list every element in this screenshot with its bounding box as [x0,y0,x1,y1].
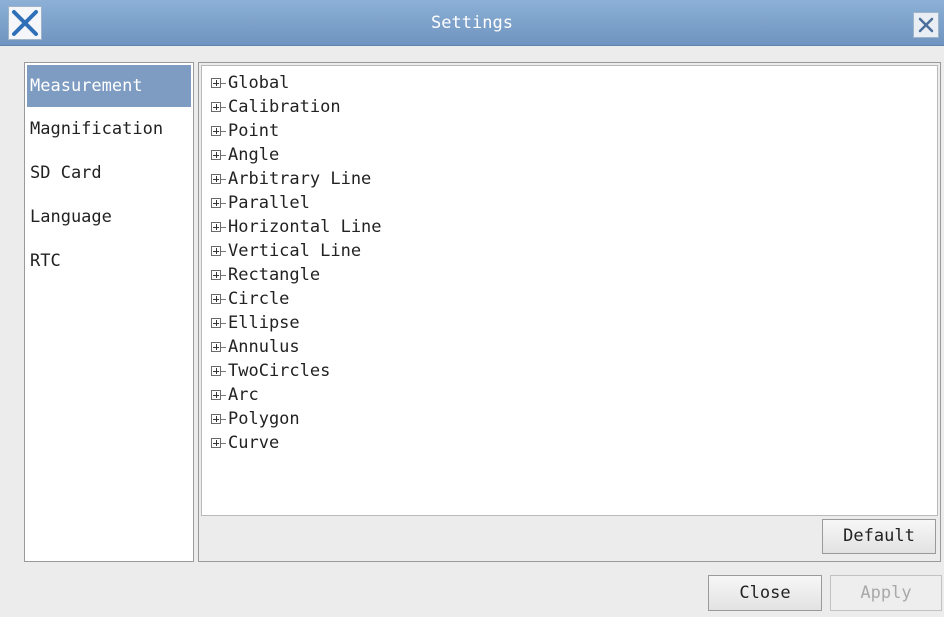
sidebar-item-measurement[interactable]: Measurement [27,65,191,107]
settings-category-list: Measurement Magnification SD Card Langua… [24,62,194,562]
tree-item-arbitrary-line[interactable]: Arbitrary Line [202,167,937,191]
default-button[interactable]: Default [822,519,936,554]
plus-box-icon[interactable] [211,174,221,184]
plus-box-icon[interactable] [211,222,221,232]
plus-box-icon[interactable] [211,270,221,280]
tree-item-label: Curve [228,433,280,453]
plus-box-icon[interactable] [211,342,221,352]
tree-item-calibration[interactable]: Calibration [202,95,937,119]
tree-item-point[interactable]: Point [202,119,937,143]
plus-box-icon[interactable] [211,390,221,400]
plus-box-icon[interactable] [211,102,221,112]
apply-button[interactable]: Apply [830,575,942,611]
plus-box-icon[interactable] [211,366,221,376]
tree-item-arc[interactable]: Arc [202,383,937,407]
tree-item-annulus[interactable]: Annulus [202,335,937,359]
tree-item-label: Rectangle [228,265,321,285]
title-bar: Settings [0,0,944,46]
plus-box-icon[interactable] [211,438,221,448]
tree-item-label: Calibration [228,97,341,117]
tree-item-label: TwoCircles [228,361,331,381]
tree-item-parallel[interactable]: Parallel [202,191,937,215]
plus-box-icon[interactable] [211,198,221,208]
tree-item-circle[interactable]: Circle [202,287,937,311]
plus-box-icon[interactable] [211,150,221,160]
sidebar-item-rtc[interactable]: RTC [25,239,193,283]
sidebar-item-magnification[interactable]: Magnification [25,107,193,151]
tree-item-label: Point [228,121,280,141]
tree-item-label: Global [228,73,290,93]
plus-box-icon[interactable] [211,78,221,88]
tree-item-label: Polygon [228,409,300,429]
plus-box-icon[interactable] [211,294,221,304]
plus-box-icon[interactable] [211,246,221,256]
tree-item-label: Arbitrary Line [228,169,372,189]
tree-item-label: Arc [228,385,259,405]
tree-item-twocircles[interactable]: TwoCircles [202,359,937,383]
tree-item-label: Horizontal Line [228,217,382,237]
tree-item-label: Vertical Line [228,241,362,261]
plus-box-icon[interactable] [211,414,221,424]
tree-item-polygon[interactable]: Polygon [202,407,937,431]
tree-item-horizontal-line[interactable]: Horizontal Line [202,215,937,239]
tree-item-label: Annulus [228,337,300,357]
tree-item-label: Parallel [228,193,310,213]
tree-item-rectangle[interactable]: Rectangle [202,263,937,287]
tree-item-curve[interactable]: Curve [202,431,937,455]
close-icon[interactable] [913,12,939,38]
sidebar-item-sd-card[interactable]: SD Card [25,151,193,195]
plus-box-icon[interactable] [211,126,221,136]
tree-item-global[interactable]: Global [202,71,937,95]
measurement-tree: Global Calibration Point Angle Arbitrary… [201,65,938,516]
window-title: Settings [431,13,513,33]
tree-item-angle[interactable]: Angle [202,143,937,167]
tree-item-label: Circle [228,289,290,309]
sidebar-item-language[interactable]: Language [25,195,193,239]
tree-item-label: Angle [228,145,280,165]
settings-panel: Global Calibration Point Angle Arbitrary… [198,62,941,562]
tree-item-label: Ellipse [228,313,300,333]
tree-item-vertical-line[interactable]: Vertical Line [202,239,937,263]
plus-box-icon[interactable] [211,318,221,328]
tree-item-ellipse[interactable]: Ellipse [202,311,937,335]
close-button[interactable]: Close [708,575,822,611]
